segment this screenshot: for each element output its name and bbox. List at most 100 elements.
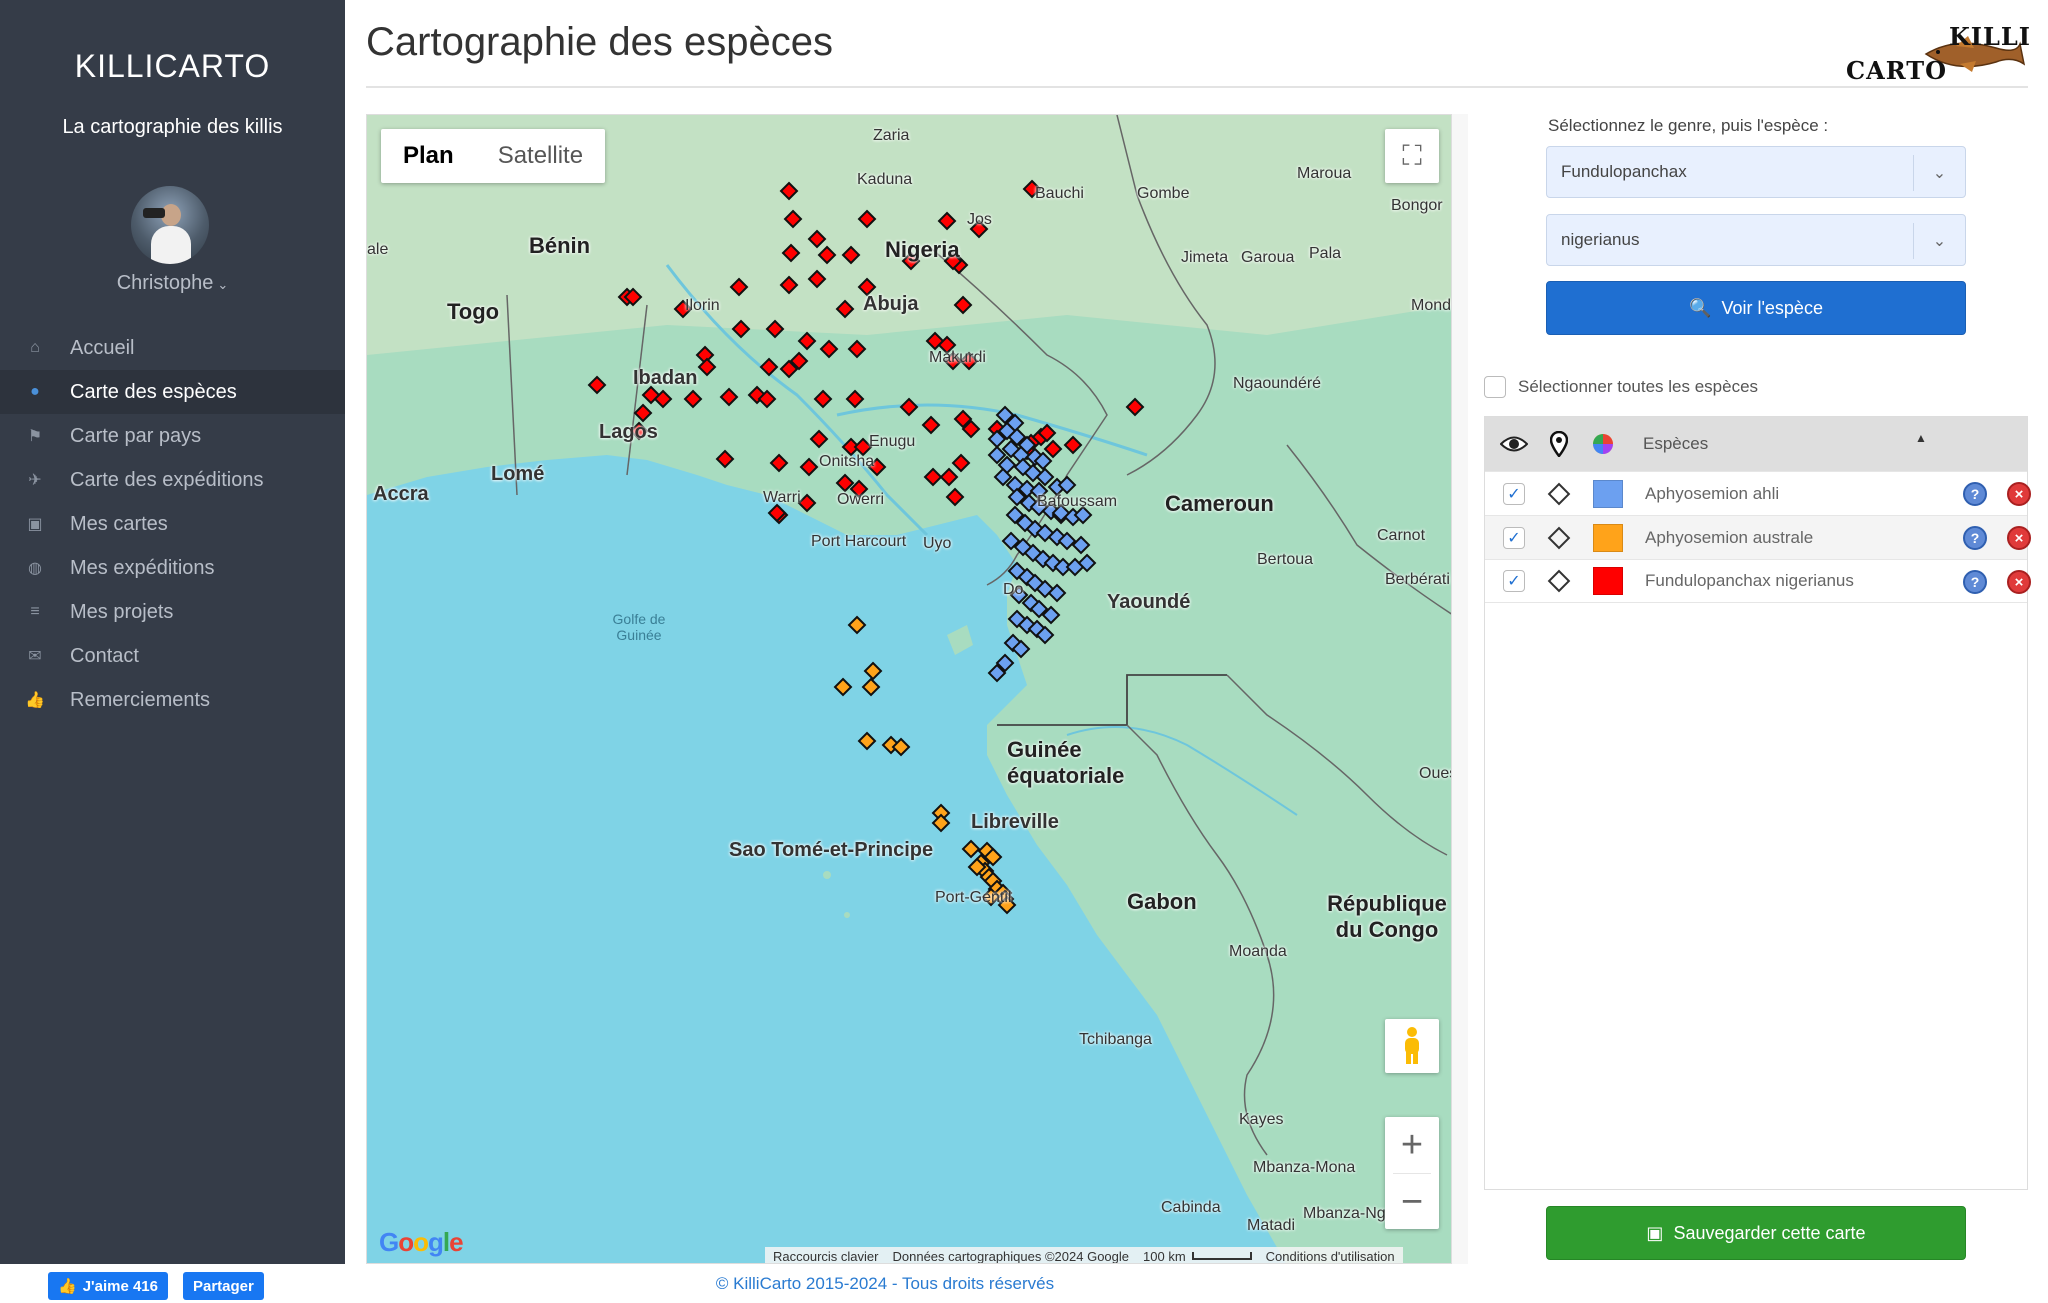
map-label-uyo: Uyo <box>923 535 952 552</box>
chevron-down-icon: ⌄ <box>217 277 229 292</box>
map-label-bongor: Bongor <box>1391 197 1443 214</box>
species-name: Aphyosemion australe <box>1645 527 1814 547</box>
map-label-togo: Togo <box>447 299 500 324</box>
floppy-icon: ▣ <box>27 516 43 533</box>
map-label-mbanza-ng: Mbanza-Ng <box>1303 1205 1386 1222</box>
select-all-row[interactable]: Sélectionner toutes les espèces <box>1484 376 1758 398</box>
zoom-out-button[interactable]: − <box>1385 1174 1439 1230</box>
map-label-cabinda: Cabinda <box>1161 1199 1221 1216</box>
map-label-lagos: Lagos <box>599 421 658 443</box>
avatar[interactable] <box>131 186 209 264</box>
killicarto-logo[interactable]: KILLI CARTO <box>1846 20 2031 88</box>
map-scrollbar[interactable] <box>1452 114 1468 1264</box>
brand-title[interactable]: KILLICARTO <box>0 48 345 85</box>
diamond-marker-icon[interactable] <box>1537 526 1581 549</box>
terms-link[interactable]: Conditions d'utilisation <box>1266 1249 1395 1264</box>
genus-select[interactable]: Fundulopanchax ⌄ <box>1546 146 1966 198</box>
copyright: © KilliCarto 2015-2024 - Tous droits rés… <box>715 1274 1055 1293</box>
map-type-plan-button[interactable]: Plan <box>381 129 476 183</box>
map-label-berberati: Berbérati <box>1385 571 1450 588</box>
map-label-sao-tome: Sao Tomé-et-Principe <box>729 839 934 861</box>
view-species-button[interactable]: 🔍 Voir l'espèce <box>1546 281 1966 335</box>
species-select[interactable]: nigerianus ⌄ <box>1546 214 1966 266</box>
map-label-enugu: Enugu <box>869 433 916 450</box>
remove-icon[interactable]: × <box>2007 526 2031 550</box>
species-name: Aphyosemion ahli <box>1645 483 1780 503</box>
google-logo: Google <box>379 1227 464 1257</box>
keyboard-shortcuts-link[interactable]: Raccourcis clavier <box>773 1249 878 1264</box>
help-icon[interactable]: ? <box>1963 482 1987 506</box>
fullscreen-button[interactable]: ⛶ <box>1385 129 1439 183</box>
map-label-ale: ale <box>367 241 389 258</box>
list-icon: ≡ <box>30 603 40 620</box>
sidebar-item-mes-cartes[interactable]: ▣ Mes cartes <box>0 502 345 546</box>
map-label-jos: Jos <box>967 211 992 228</box>
flag-icon: ⚑ <box>27 428 43 445</box>
species-table: Espèces ▲ ✓ Aphyosemion ahli ? × ✓ Aphyo… <box>1484 416 2031 1190</box>
color-swatch[interactable] <box>1593 567 1623 595</box>
species-column-header[interactable]: Espèces <box>1643 434 1708 454</box>
map-label-benin: Bénin <box>529 233 591 258</box>
sidebar-item-accueil[interactable]: ⌂ Accueil <box>0 326 345 370</box>
map-label-makurdi: Makurdi <box>929 349 986 366</box>
map-label-accra: Accra <box>373 483 429 505</box>
map-label-cameroun: Cameroun <box>1165 491 1274 516</box>
sidebar-item-carte-expeditions[interactable]: ✈ Carte des expéditions <box>0 458 345 502</box>
floppy-icon: ▣ <box>1646 1222 1664 1243</box>
map-label-warri: Warri <box>763 489 801 506</box>
diamond-marker-icon[interactable] <box>1537 482 1581 505</box>
select-prompt: Sélectionnez le genre, puis l'espèce : <box>1548 116 1829 135</box>
map-label-bertoua: Bertoua <box>1257 551 1314 568</box>
map-type-satellite-button[interactable]: Satellite <box>476 129 605 183</box>
zoom-in-button[interactable]: + <box>1385 1117 1439 1173</box>
map-label-abuja: Abuja <box>863 293 919 315</box>
sidebar-item-mes-expeditions[interactable]: ◍ Mes expéditions <box>0 546 345 590</box>
map-label-gabon: Gabon <box>1127 889 1197 914</box>
map-data-text: Données cartographiques ©2024 Google <box>892 1248 1130 1264</box>
sidebar-item-remerciements[interactable]: 👍 Remerciements <box>0 678 345 722</box>
remove-icon[interactable]: × <box>2007 570 2031 594</box>
map-label-carnot: Carnot <box>1377 527 1426 544</box>
map-label-mbanza-mona: Mbanza-Mona <box>1253 1159 1356 1176</box>
visible-checkbox[interactable]: ✓ <box>1503 570 1525 592</box>
sort-up-icon[interactable]: ▲ <box>1915 431 1927 445</box>
user-menu[interactable]: Christophe ⌄ <box>0 272 345 295</box>
map-label-mondo: Mondo <box>1411 297 1452 314</box>
remove-icon[interactable]: × <box>2007 482 2031 506</box>
color-wheel-icon <box>1581 432 1625 456</box>
color-swatch[interactable] <box>1593 479 1623 508</box>
pegman-icon <box>1405 1027 1419 1064</box>
page-title: Cartographie des espèces <box>366 20 833 64</box>
species-map[interactable]: Zaria Kaduna Bauchi Gombe Maroua Jos Bén… <box>366 114 1452 1264</box>
map-label-maroua: Maroua <box>1297 165 1352 182</box>
map-marker-icon <box>1537 431 1581 457</box>
map-label-kayes: Kayes <box>1239 1111 1284 1128</box>
map-type-control: Plan Satellite <box>381 129 606 183</box>
map-label-guinee-eq: Guinée équatoriale <box>1007 737 1125 788</box>
map-label-pala: Pala <box>1309 245 1342 262</box>
header-divider <box>366 86 2028 88</box>
visible-checkbox[interactable]: ✓ <box>1503 482 1525 505</box>
help-icon[interactable]: ? <box>1963 526 1987 550</box>
globe-icon: ◍ <box>28 560 42 577</box>
search-icon: 🔍 <box>1689 297 1712 318</box>
select-all-checkbox[interactable] <box>1484 376 1506 398</box>
scale-bar[interactable]: 100 km <box>1143 1249 1252 1263</box>
map-label-port-gentil: Port-Gentil <box>935 889 1012 906</box>
plane-icon: ✈ <box>28 472 42 489</box>
diamond-marker-icon[interactable] <box>1537 569 1581 593</box>
help-icon[interactable]: ? <box>1963 570 1987 594</box>
sidebar-item-carte-especes[interactable]: ● Carte des espèces <box>0 370 345 414</box>
sidebar-item-carte-pays[interactable]: ⚑ Carte par pays <box>0 414 345 458</box>
save-map-button[interactable]: ▣ Sauvegarder cette carte <box>1546 1206 1966 1260</box>
table-row: ✓ Aphyosemion ahli ? × <box>1485 471 2031 515</box>
map-label-moanda: Moanda <box>1229 943 1287 960</box>
color-swatch[interactable] <box>1593 523 1623 552</box>
street-view-button[interactable] <box>1385 1019 1439 1073</box>
sidebar-item-contact[interactable]: ✉ Contact <box>0 634 345 678</box>
visible-checkbox[interactable]: ✓ <box>1503 526 1525 549</box>
map-label-owerri: Owerri <box>837 491 885 508</box>
map-pin-icon: ● <box>30 383 40 400</box>
map-label-nigeria: Nigeria <box>885 237 960 262</box>
sidebar-item-mes-projets[interactable]: ≡ Mes projets <box>0 590 345 634</box>
